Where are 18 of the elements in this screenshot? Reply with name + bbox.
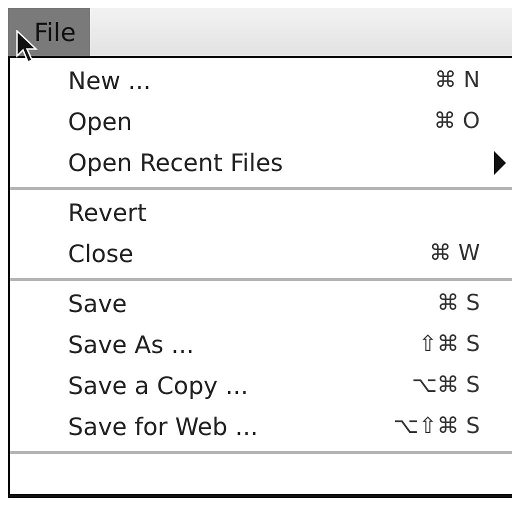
submenu-arrow-icon [494, 150, 506, 174]
keyboard-shortcut: ⌥⇧⌘ S [392, 414, 481, 439]
keyboard-shortcut: ⌥⌘ S [410, 373, 481, 398]
menu-item[interactable]: Save ⌘ S [10, 283, 512, 324]
menu-item[interactable]: Open ⌘ O [10, 101, 512, 142]
menu-item[interactable]: Save for Web ... ⌥⇧⌘ S [10, 406, 512, 447]
menu-item[interactable]: Save As ... ⇧⌘ S [10, 324, 512, 365]
menu-item[interactable]: Close ⌘ W [10, 233, 512, 274]
keyboard-shortcut: ⌘ W [428, 241, 481, 266]
menu-item[interactable]: Save a Copy ... ⌥⌘ S [10, 365, 512, 406]
menu-item[interactable]: Open Recent Files [10, 142, 512, 183]
keyboard-shortcut: ⌘ N [434, 68, 481, 93]
menu-title[interactable]: File [8, 8, 90, 56]
menu-item[interactable]: Revert [10, 192, 512, 233]
keyboard-shortcut: ⌘ O [432, 109, 481, 134]
keyboard-shortcut: ⌘ S [436, 291, 481, 316]
keyboard-shortcut: ⇧⌘ S [418, 332, 481, 357]
menu-item[interactable]: New ... ⌘ N [10, 60, 512, 101]
